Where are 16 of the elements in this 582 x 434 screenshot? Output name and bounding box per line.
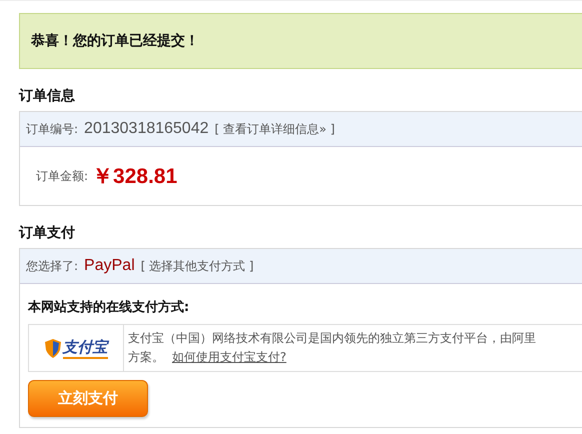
order-amount: ￥328.81 [92,164,178,190]
method-description: 支付宝（中国）网络技术有限公司是国内领先的独立第三方支付平台，由阿里 方案。 如何使用支付宝支付? [127,330,537,366]
change-method-link[interactable]: [ 选择其他支付方式 ] [140,258,254,274]
success-message: 恭喜！您的订单已经提交！ [31,32,199,50]
section-heading: 订单支付 [19,224,76,242]
logo-text: 支付宝 [62,338,108,358]
help-link[interactable]: 如何使用支付宝支付? [172,350,286,364]
section-heading: 订单信息 [19,87,76,105]
order-number: 20130318165042 [84,120,209,138]
order-details-link[interactable]: [ 查看订单详细信息» ] [214,120,335,138]
amount-label: 订单金额: [36,168,88,184]
order-number-label: 订单编号: [26,120,78,138]
chosen-label: 您选择了: [26,258,78,274]
chosen-method: PayPal [84,257,135,275]
shield-icon [44,338,60,358]
methods-heading: 本网站支持的在线支付方式: [28,298,190,316]
